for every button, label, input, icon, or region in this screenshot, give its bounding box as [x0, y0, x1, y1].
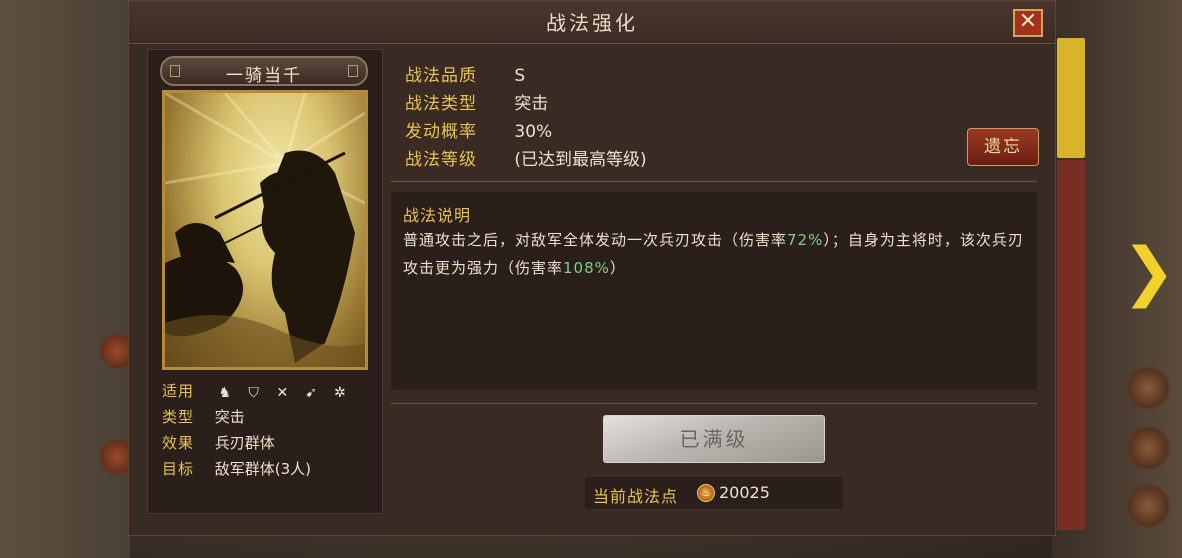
effect-label: 效果 — [162, 434, 195, 452]
description-text: 普通攻击之后，对敌军全体发动一次兵刃攻击（伤害率72%）；自身为主将时，该次兵刃… — [403, 226, 1029, 282]
max-level-button[interactable]: 已满级 — [603, 415, 825, 463]
effect-value: 兵刃群体 — [214, 434, 275, 452]
description-box: 战法说明 普通攻击之后，对敌军全体发动一次兵刃攻击（伤害率72%）；自身为主将时… — [391, 192, 1037, 390]
skill-upgrade-dialog: 战法强化 ✕ 一骑当千 适用 ♞ ⛉ ✕ ➹ ✲ 类型 突击 效果 兵刃群体 目… — [128, 0, 1056, 536]
probability-row: 发动概率 30% — [405, 117, 552, 142]
background-left — [0, 0, 130, 558]
next-arrow-icon[interactable]: ❯ — [1122, 232, 1176, 312]
side-badge-icon — [1126, 426, 1170, 470]
dialog-header: 战法强化 ✕ — [129, 1, 1055, 44]
divider — [391, 181, 1037, 182]
target-label: 目标 — [162, 460, 195, 478]
description-title: 战法说明 — [403, 206, 472, 225]
type-value: 突击 — [214, 408, 245, 426]
skill-name: 一骑当千 — [226, 66, 302, 86]
skill-points-label: 当前战法点 — [593, 487, 679, 506]
quality-label: 战法品质 — [405, 66, 477, 86]
quality-row: 战法品质 S — [405, 61, 525, 86]
side-badge-icon — [1126, 366, 1170, 410]
skill-points-bar: 当前战法点 ♨ 20025 — [585, 477, 843, 509]
apply-label: 适用 — [162, 382, 195, 400]
close-button[interactable]: ✕ — [1013, 9, 1043, 37]
type-row: 类型 突击 — [162, 406, 245, 427]
quality-value: S — [514, 66, 526, 86]
skill-name-plate: 一骑当千 — [160, 56, 368, 86]
skill-points-value: 20025 — [719, 483, 770, 502]
skill-attributes: 战法品质 S 战法类型 突击 发动概率 30% 战法等级 (已达到最高等级) — [391, 49, 1041, 181]
apply-row: 适用 ♞ ⛉ ✕ ➹ ✲ — [162, 380, 354, 401]
side-badge-icon — [1126, 484, 1170, 528]
level-row: 战法等级 (已达到最高等级) — [405, 145, 647, 170]
category-value: 突击 — [514, 94, 549, 114]
category-label: 战法类型 — [405, 94, 477, 114]
description-part: 普通攻击之后，对敌军全体发动一次兵刃攻击（伤害率 — [403, 231, 788, 249]
probability-value: 30% — [514, 122, 553, 142]
spear-icon: ➹ — [305, 384, 317, 401]
damage-rate-value: 108% — [563, 259, 610, 277]
effect-row: 效果 兵刃群体 — [162, 432, 275, 453]
cavalry-charge-illustration — [165, 93, 365, 367]
target-row: 目标 敌军群体(3人) — [162, 458, 311, 479]
category-row: 战法类型 突击 — [405, 89, 548, 114]
skill-artwork — [162, 90, 368, 370]
cavalry-icon: ♞ — [218, 384, 232, 401]
level-value: (已达到最高等级) — [514, 150, 647, 170]
archer-icon: ✕ — [276, 384, 289, 401]
damage-rate-value: 72% — [787, 231, 824, 249]
level-label: 战法等级 — [405, 150, 477, 170]
description-part: ） — [609, 259, 626, 277]
divider — [391, 403, 1037, 404]
ornament-icon — [348, 65, 358, 77]
target-value: 敌军群体(3人) — [214, 460, 312, 478]
probability-label: 发动概率 — [405, 122, 477, 142]
skill-point-icon: ♨ — [697, 484, 715, 502]
siege-icon: ✲ — [334, 384, 346, 401]
troop-types: ♞ ⛉ ✕ ➹ ✲ — [215, 383, 354, 401]
type-label: 类型 — [162, 408, 195, 426]
forget-button[interactable]: 遗忘 — [967, 128, 1039, 166]
side-tab — [1057, 38, 1085, 158]
side-strip — [1057, 160, 1085, 530]
dialog-title: 战法强化 — [546, 11, 638, 35]
shield-icon: ⛉ — [248, 384, 259, 401]
skill-card-panel: 一骑当千 适用 ♞ ⛉ ✕ ➹ ✲ 类型 突击 效果 兵刃群体 目标 敌军群体(… — [147, 49, 383, 514]
